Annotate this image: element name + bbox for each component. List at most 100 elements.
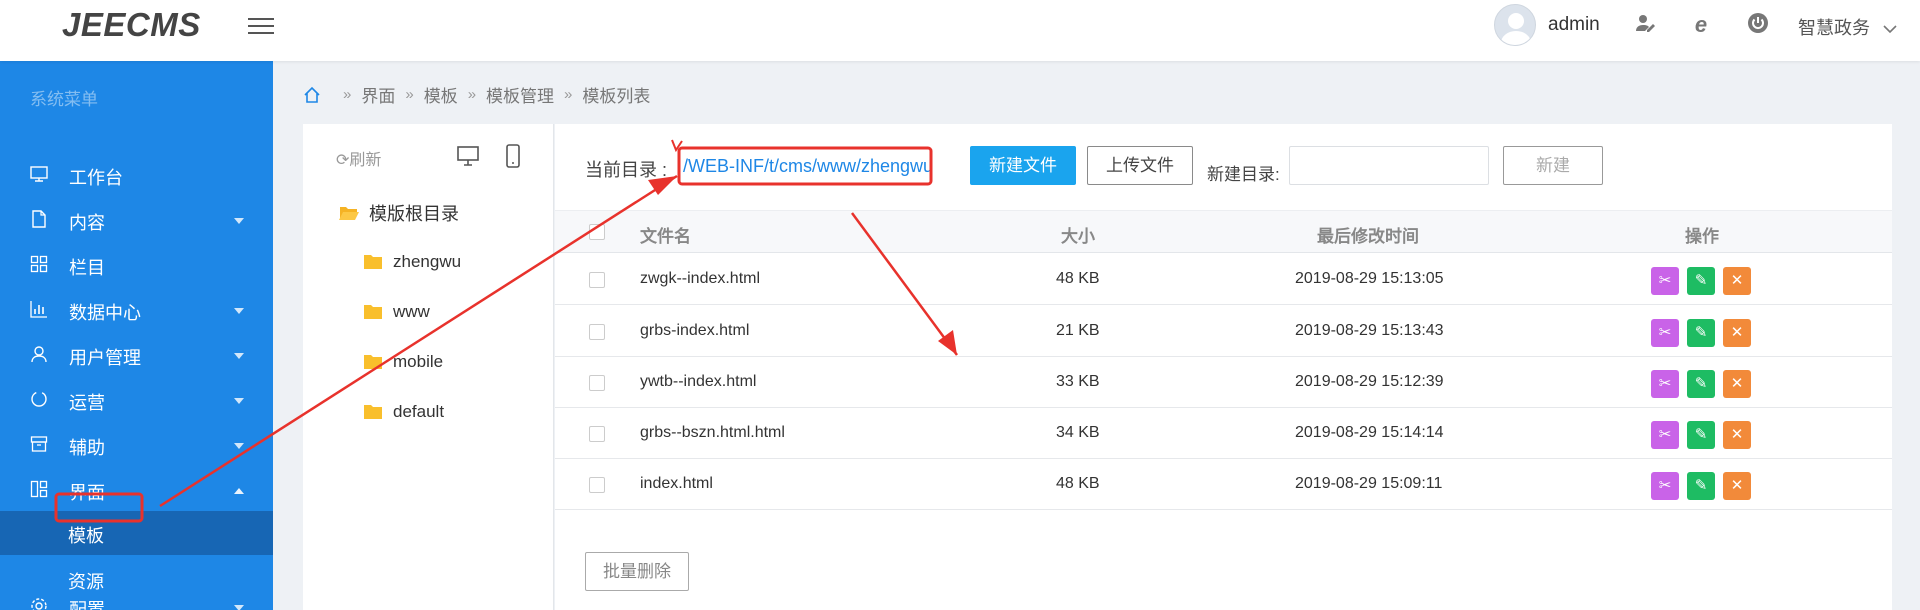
tree-node[interactable]: zhengwu	[363, 252, 461, 272]
tree-node[interactable]: www	[363, 302, 430, 322]
edit-icon[interactable]: ✎	[1687, 421, 1715, 449]
file-name[interactable]: grbs-index.html	[640, 322, 749, 340]
file-name[interactable]: index.html	[640, 475, 713, 493]
select-all-checkbox[interactable]	[589, 224, 605, 240]
column-header: 操作	[1685, 227, 1719, 246]
rename-icon[interactable]: ✂	[1651, 319, 1679, 347]
top-bar: JEECMS admin e 智慧政务	[0, 0, 1920, 61]
breadcrumb-item[interactable]: 界面	[361, 82, 395, 107]
username[interactable]: admin	[1548, 14, 1600, 36]
table-row: zwgk--index.html 48 KB 2019-08-29 15:13:…	[555, 254, 1892, 305]
tree-node-label: zhengwu	[393, 252, 462, 271]
file-name[interactable]: zwgk--index.html	[640, 270, 760, 288]
sidebar-item-label: 工作台	[69, 168, 123, 188]
site-name: 智慧政务	[1798, 18, 1870, 38]
row-checkbox[interactable]	[589, 477, 605, 493]
layout-icon	[30, 480, 48, 498]
sidebar-item-content[interactable]: 内容	[0, 198, 273, 242]
sidebar-item-interface[interactable]: 界面	[0, 468, 273, 512]
file-name[interactable]: grbs--bszn.html.html	[640, 424, 785, 442]
row-checkbox[interactable]	[589, 272, 605, 288]
power-icon[interactable]	[1745, 12, 1771, 38]
breadcrumb-item[interactable]: 模板管理	[486, 82, 554, 107]
sidebar-item-columns[interactable]: 栏目	[0, 243, 273, 287]
delete-icon[interactable]: ✕	[1723, 267, 1751, 295]
tree-root-label: 模版根目录	[369, 204, 459, 224]
new-file-button[interactable]: 新建文件	[970, 146, 1076, 185]
caret-down-icon	[234, 605, 244, 610]
rename-icon[interactable]: ✂	[1651, 370, 1679, 398]
home-icon[interactable]	[303, 86, 321, 104]
sidebar-item-label: 界面	[69, 483, 105, 503]
file-list-panel: 当前目录 : /WEB-INF/t/cms/www/zhengwu 新建文件 上…	[555, 124, 1892, 610]
sidebar-item-auxiliary[interactable]: 辅助	[0, 423, 273, 467]
current-dir-label: 当前目录 :	[585, 160, 668, 180]
delete-icon[interactable]: ✕	[1723, 319, 1751, 347]
row-checkbox[interactable]	[589, 426, 605, 442]
menu-icon[interactable]	[248, 13, 274, 37]
edit-icon[interactable]: ✎	[1687, 319, 1715, 347]
site-selector[interactable]: 智慧政务	[1798, 14, 1897, 40]
column-header: 文件名	[640, 227, 691, 246]
mobile-icon[interactable]	[501, 144, 525, 168]
caret-up-icon	[234, 488, 244, 494]
tree-node-label: mobile	[393, 352, 444, 371]
delete-icon[interactable]: ✕	[1723, 472, 1751, 500]
rename-icon[interactable]: ✂	[1651, 472, 1679, 500]
rename-icon[interactable]: ✂	[1651, 267, 1679, 295]
sidebar-subitem-template[interactable]: 模板	[0, 511, 273, 555]
sidebar-item-config[interactable]: 配置	[0, 585, 273, 610]
caret-down-icon	[234, 308, 244, 314]
file-size: 21 KB	[1056, 322, 1100, 339]
breadcrumb-separator: »	[467, 86, 477, 103]
file-modified: 2019-08-29 15:09:11	[1295, 475, 1443, 492]
avatar[interactable]	[1494, 4, 1536, 46]
file-size: 34 KB	[1056, 424, 1100, 441]
delete-icon[interactable]: ✕	[1723, 421, 1751, 449]
new-dir-input[interactable]	[1289, 146, 1489, 185]
edit-icon[interactable]: ✎	[1687, 370, 1715, 398]
table-header: 文件名 大小 最后修改时间 操作	[555, 210, 1892, 253]
sidebar-title: 系统菜单	[30, 90, 98, 109]
logo: JEECMS	[62, 6, 201, 43]
folder-icon	[364, 255, 382, 269]
sidebar-item-user-management[interactable]: 用户管理	[0, 333, 273, 377]
bar-chart-icon	[30, 301, 47, 318]
rename-icon[interactable]: ✂	[1651, 421, 1679, 449]
breadcrumb-item[interactable]: 模板	[424, 82, 458, 107]
breadcrumb-item[interactable]: 模板列表	[582, 82, 650, 107]
upload-file-button[interactable]: 上传文件	[1087, 146, 1193, 185]
folder-icon	[364, 355, 382, 369]
sidebar-item-label: 用户管理	[69, 348, 141, 368]
ie-icon[interactable]: e	[1688, 12, 1714, 38]
sidebar-item-label: 栏目	[69, 258, 105, 278]
breadcrumb: » 界面 » 模板 » 模板管理 » 模板列表	[303, 82, 650, 107]
caret-down-icon	[234, 443, 244, 449]
edit-icon[interactable]: ✎	[1687, 267, 1715, 295]
column-header: 大小	[1061, 227, 1095, 246]
edit-icon[interactable]: ✎	[1687, 472, 1715, 500]
refresh-button[interactable]: ⟳刷新	[336, 146, 381, 170]
file-modified: 2019-08-29 15:13:05	[1295, 270, 1444, 287]
tree-node-label: www	[393, 302, 430, 321]
new-dir-label: 新建目录:	[1207, 165, 1280, 184]
user-edit-icon[interactable]	[1632, 12, 1658, 38]
delete-icon[interactable]: ✕	[1723, 370, 1751, 398]
tree-root[interactable]: 模版根目录	[339, 200, 459, 226]
sidebar-item-workbench[interactable]: 工作台	[0, 153, 273, 197]
batch-delete-button[interactable]: 批量删除	[585, 552, 689, 591]
row-checkbox[interactable]	[589, 375, 605, 391]
refresh-circle-icon	[31, 391, 47, 407]
file-size: 48 KB	[1056, 475, 1100, 492]
user-icon	[31, 346, 47, 363]
sidebar-item-operations[interactable]: 运营	[0, 378, 273, 422]
create-dir-button[interactable]: 新建	[1503, 146, 1603, 185]
sidebar-item-data-center[interactable]: 数据中心	[0, 288, 273, 332]
desktop-icon[interactable]	[456, 144, 480, 168]
file-name[interactable]: ywtb--index.html	[640, 373, 756, 391]
tree-node[interactable]: mobile	[363, 352, 443, 372]
breadcrumb-separator: »	[405, 86, 414, 103]
tree-node[interactable]: default	[363, 402, 444, 422]
sidebar-item-label: 内容	[69, 213, 105, 233]
row-checkbox[interactable]	[589, 324, 605, 340]
